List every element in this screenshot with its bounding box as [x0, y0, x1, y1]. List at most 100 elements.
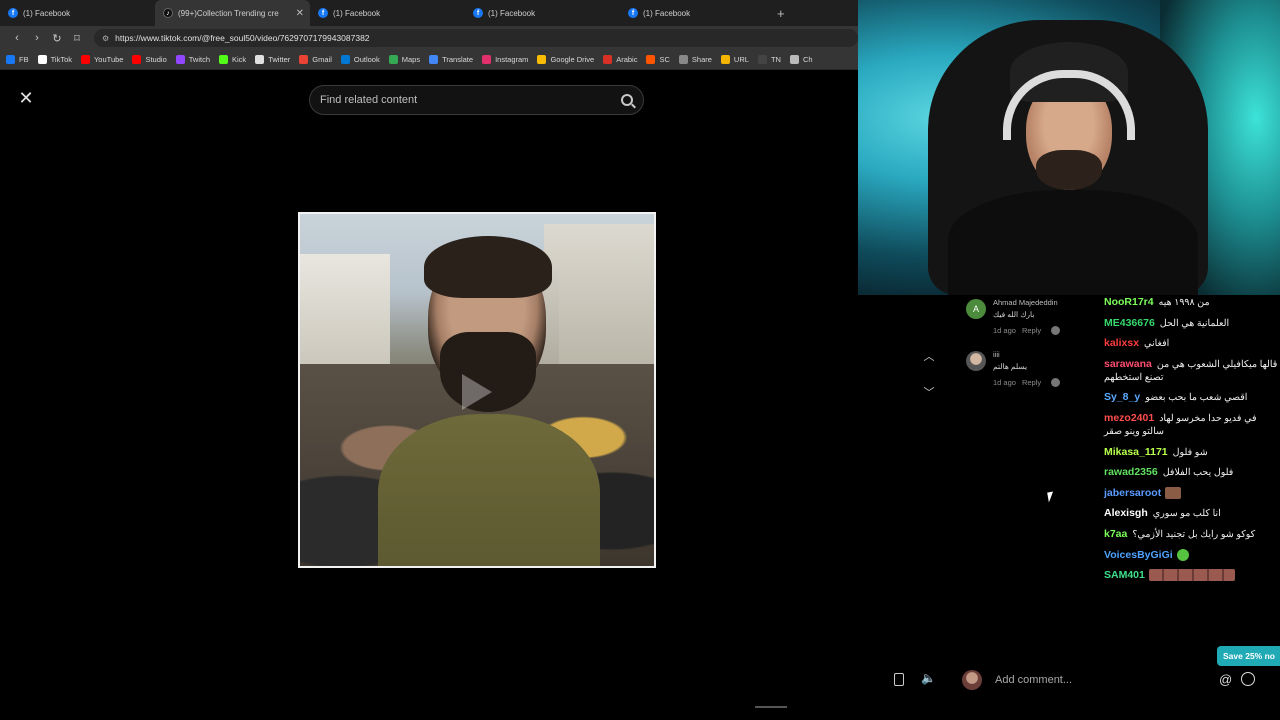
bookmark-item[interactable]: Ch	[789, 55, 813, 64]
bookmark-item[interactable]: Google Drive	[537, 55, 594, 64]
chat-username[interactable]: ME436676	[1104, 317, 1155, 329]
avatar	[962, 670, 982, 690]
bookmark-item[interactable]: Translate	[429, 55, 473, 64]
tiktok-comment-list: A Ahmad Majededdin بارك الله فيك 1d ago …	[966, 296, 1086, 400]
comment-time: 1d ago	[993, 326, 1016, 335]
bookmark-favicon-icon	[132, 55, 142, 64]
bookmark-label: Twitch	[188, 55, 211, 64]
search-icon[interactable]	[621, 94, 633, 106]
bookmark-label: URL	[733, 55, 749, 64]
video-frame-person	[378, 414, 600, 566]
url-field[interactable]: ⚙ https://www.tiktok.com/@free_soul50/vi…	[94, 29, 858, 47]
bookmark-item[interactable]: Arabic	[603, 55, 637, 64]
chat-username[interactable]: jabersaroot	[1104, 487, 1161, 499]
video-frame-person-hair	[424, 236, 552, 298]
chat-username[interactable]: Sy_8_y	[1104, 391, 1140, 403]
bookmark-favicon-icon	[175, 55, 185, 64]
emoji-icon[interactable]	[1241, 672, 1255, 686]
comment-item: A Ahmad Majededdin بارك الله فيك 1d ago …	[966, 296, 1086, 335]
bookmark-item[interactable]: Outlook	[340, 55, 380, 64]
bookmark-icon[interactable]: ⌑	[68, 32, 86, 45]
browser-tab[interactable]: f (1) Facebook	[620, 0, 775, 26]
chat-username[interactable]: rawad2356	[1104, 466, 1158, 478]
reload-icon[interactable]: ↻	[48, 32, 66, 45]
bookmark-item[interactable]: Studio	[132, 55, 167, 64]
bookmark-label: TikTok	[50, 55, 72, 64]
related-content-search[interactable]	[309, 85, 644, 115]
bookmark-favicon-icon	[789, 55, 799, 64]
bookmark-label: Google Drive	[550, 55, 595, 64]
browser-tab[interactable]: f (1) Facebook	[310, 0, 465, 26]
bookmark-item[interactable]: SC	[646, 55, 670, 64]
webcam-streamer-body	[948, 190, 1198, 295]
tab-title: (1) Facebook	[488, 8, 536, 18]
bookmark-label: Twitter	[268, 55, 291, 64]
comment-author[interactable]: Ahmad Majededdin	[993, 298, 1060, 307]
chat-message: kalixsx افغاني	[1098, 337, 1280, 350]
chat-username[interactable]: sarawana	[1104, 358, 1152, 370]
reply-link[interactable]: Reply	[1022, 326, 1041, 335]
like-icon[interactable]	[1051, 378, 1061, 387]
bookmark-item[interactable]: FB	[6, 55, 29, 64]
bookmark-item[interactable]: Twitch	[175, 55, 211, 64]
bookmark-item[interactable]: URL	[720, 55, 749, 64]
browser-tab-bar: f (1) Facebook ♪ (99+)Collection Trendin…	[0, 0, 858, 26]
chat-username[interactable]: mezo2401	[1104, 412, 1154, 424]
comment-author[interactable]: iiii	[993, 350, 1060, 359]
bookmark-item[interactable]: Share	[678, 55, 712, 64]
chat-username[interactable]: Alexisgh	[1104, 507, 1148, 519]
chat-username[interactable]: k7aa	[1104, 528, 1127, 540]
close-icon[interactable]: ✕	[18, 89, 34, 107]
facebook-icon: f	[318, 8, 328, 18]
new-tab-button[interactable]: +	[777, 6, 785, 21]
bookmark-label: SC	[659, 55, 670, 64]
chat-username[interactable]: kalixsx	[1104, 337, 1139, 349]
address-bar-row: ‹ › ↻ ⌑ ⚙ https://www.tiktok.com/@free_s…	[0, 26, 858, 50]
floating-player-icon[interactable]	[894, 673, 904, 686]
browser-tab-active[interactable]: ♪ (99+)Collection Trending cre ✕	[155, 0, 310, 26]
bookmark-item[interactable]: Kick	[219, 55, 246, 64]
browser-tab[interactable]: f (1) Facebook	[465, 0, 620, 26]
bookmark-item[interactable]: Twitter	[255, 55, 290, 64]
bookmark-label: Ch	[802, 55, 813, 64]
bookmark-item[interactable]: YouTube	[80, 55, 123, 64]
browser-tab[interactable]: f (1) Facebook	[0, 0, 155, 26]
like-icon[interactable]	[1051, 326, 1061, 335]
chat-text: اقصي شعب ما بحب بعضو	[1145, 392, 1248, 404]
mention-icon[interactable]: @	[1219, 672, 1232, 687]
avatar[interactable]: A	[966, 299, 986, 319]
next-video-icon[interactable]: ﹀	[921, 384, 937, 420]
bookmark-item[interactable]: TN	[757, 55, 781, 64]
chat-username[interactable]: NooR17r4	[1104, 296, 1154, 308]
webcam-streamer-beard	[1036, 150, 1102, 190]
chat-text: من ١٩٩٨ هيه	[1158, 297, 1210, 308]
bookmark-label: Gmail	[312, 55, 332, 64]
avatar[interactable]	[966, 351, 986, 371]
tiktok-video-viewer: ✕	[0, 71, 858, 720]
add-comment-input[interactable]	[995, 674, 1205, 686]
bookmark-item[interactable]: Gmail	[299, 55, 332, 64]
chat-username[interactable]: Mikasa_1171	[1104, 446, 1168, 458]
play-icon[interactable]	[462, 374, 492, 410]
bookmark-label: FB	[19, 55, 29, 64]
forward-icon[interactable]: ›	[28, 32, 46, 44]
reply-link[interactable]: Reply	[1022, 378, 1041, 387]
bookmark-item[interactable]: TikTok	[37, 55, 72, 64]
back-icon[interactable]: ‹	[8, 32, 26, 44]
scroll-indicator	[755, 706, 787, 708]
bookmark-item[interactable]: Maps	[388, 55, 420, 64]
chat-username[interactable]: VoicesByGiGi	[1104, 549, 1173, 561]
volume-icon[interactable]: 🔈	[921, 671, 936, 685]
chat-emote-icon	[1176, 548, 1189, 561]
search-input[interactable]	[320, 94, 621, 106]
bookmark-item[interactable]: Instagram	[482, 55, 528, 64]
chat-username[interactable]: SAM401	[1104, 569, 1145, 581]
bookmark-favicon-icon	[255, 55, 265, 64]
video-player[interactable]	[298, 212, 656, 568]
bookmark-label: Arabic	[616, 55, 638, 64]
tab-title: (1) Facebook	[333, 8, 381, 18]
site-info-icon[interactable]: ⚙	[102, 34, 109, 43]
promo-badge[interactable]: Save 25% no	[1217, 646, 1280, 666]
close-tab-icon[interactable]: ✕	[296, 8, 304, 19]
previous-video-icon[interactable]: ︿	[921, 348, 937, 384]
